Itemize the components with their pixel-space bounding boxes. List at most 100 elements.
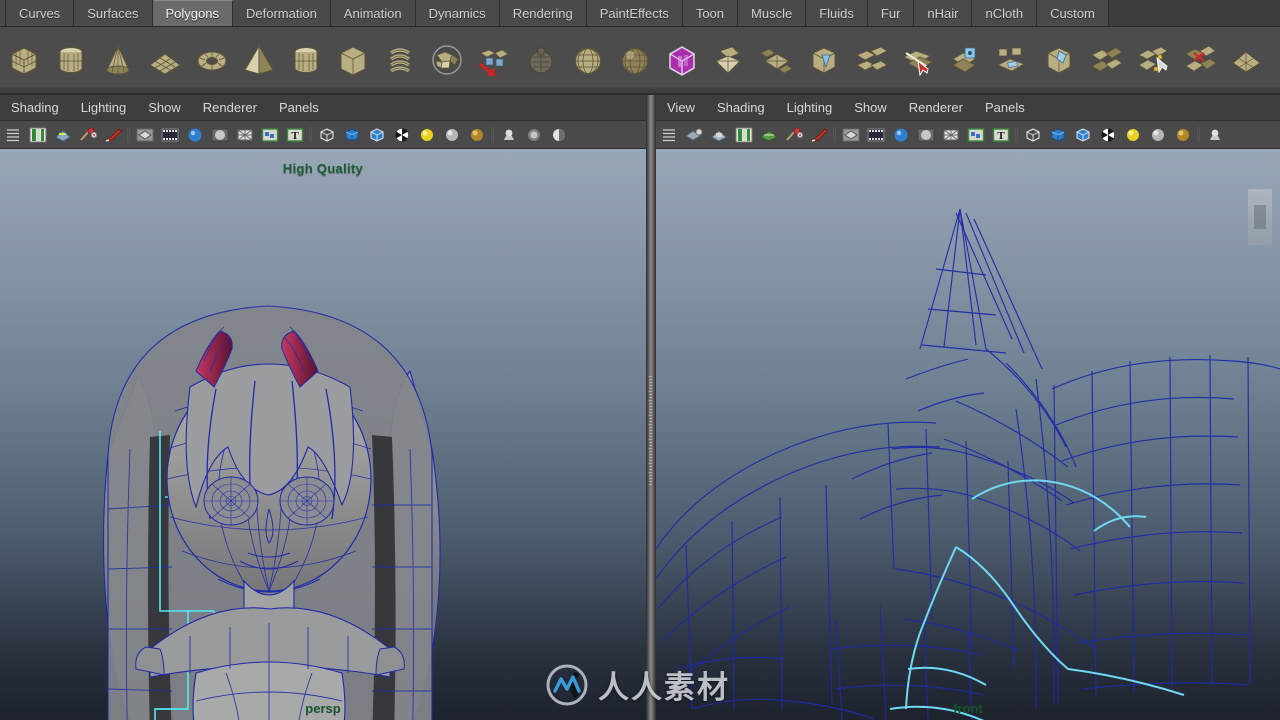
film-gate-icon[interactable] [157,123,182,147]
front-viewport[interactable]: front [656,149,1280,720]
panel-menu-view[interactable]: View [656,95,706,121]
poly-helix-icon[interactable] [376,34,423,86]
poly-platonic-icon[interactable] [470,34,517,86]
poly-combine-icon[interactable] [705,34,752,86]
grid-toggle-icon[interactable] [838,123,863,147]
panel-menu-lighting[interactable]: Lighting [776,95,844,121]
camera-attributes-icon[interactable] [50,123,75,147]
use-default-lighting-icon[interactable] [414,123,439,147]
textured-shading-icon[interactable] [1095,123,1120,147]
poly-wedge-icon[interactable] [1269,34,1280,86]
poly-smooth-icon[interactable] [846,34,893,86]
shelf-tab-fluids[interactable]: Fluids [806,0,868,26]
poly-bevel-icon[interactable] [1081,34,1128,86]
poly-booleans-icon[interactable] [799,34,846,86]
smooth-shade-all-icon[interactable] [339,123,364,147]
resolution-gate-icon[interactable] [888,123,913,147]
panel-menu-renderer[interactable]: Renderer [898,95,974,121]
smooth-shade-selected-icon[interactable] [1070,123,1095,147]
panel-splitter[interactable] [646,95,656,720]
smooth-shade-all-icon[interactable] [1045,123,1070,147]
panel-menu-shading[interactable]: Shading [0,95,70,121]
ao-icon[interactable] [546,123,571,147]
shelf-tab-ncloth[interactable]: nCloth [972,0,1038,26]
exposure-icon[interactable] [913,123,938,147]
image-plane-icon[interactable] [756,123,781,147]
textured-shading-icon[interactable] [389,123,414,147]
shelf-tab-polygons[interactable]: Polygons [152,0,233,26]
wireframe-shading-icon[interactable] [314,123,339,147]
keyframe-icon[interactable] [781,123,806,147]
poly-collapse-icon[interactable] [1222,34,1269,86]
panel-menu-icon[interactable] [656,123,681,147]
poly-sphere-smooth-icon[interactable] [611,34,658,86]
book-icon[interactable] [731,123,756,147]
shelf-tab-muscle[interactable]: Muscle [738,0,807,26]
poly-split-polygon-tool-icon[interactable] [893,34,940,86]
panel-menu-panels[interactable]: Panels [268,95,330,121]
keyframe-icon[interactable] [75,123,100,147]
wireframe-shading-icon[interactable] [1020,123,1045,147]
panel-menu-panels[interactable]: Panels [974,95,1036,121]
text-overlay-icon[interactable]: T [282,123,307,147]
poly-pyramid-icon[interactable] [235,34,282,86]
poly-offset-edge-loop-icon[interactable] [987,34,1034,86]
isolate-select-icon[interactable] [963,123,988,147]
use-scene-lights-icon[interactable] [464,123,489,147]
isolate-select-icon[interactable] [257,123,282,147]
poly-soccer-ball-icon[interactable] [423,34,470,86]
bookmark-icon[interactable] [806,123,831,147]
shelf-tab-fur[interactable]: Fur [867,0,915,26]
poly-separate-icon[interactable] [752,34,799,86]
book-icon[interactable] [25,123,50,147]
poly-plane-icon[interactable] [141,34,188,86]
camera-select-icon[interactable] [681,123,706,147]
image-plane-icon[interactable] [132,123,157,147]
shelf-tab-animation[interactable]: Animation [330,0,416,26]
shelf-tab-rendering[interactable]: Rendering [499,0,587,26]
poly-append-polygon-icon[interactable] [1128,34,1175,86]
poly-interactive-split-icon[interactable] [658,34,705,86]
shelf-tab-toon[interactable]: Toon [682,0,739,26]
shelf-tab-painteffects[interactable]: PaintEffects [586,0,683,26]
film-gate-icon[interactable] [863,123,888,147]
shelf-tab-deformation[interactable]: Deformation [232,0,331,26]
exposure-icon[interactable] [207,123,232,147]
persp-viewport[interactable]: High Quality persp [0,149,646,720]
xray-icon[interactable] [938,123,963,147]
panel-menu-show[interactable]: Show [843,95,898,121]
motion-blur-icon[interactable] [521,123,546,147]
poly-prism-icon[interactable] [329,34,376,86]
shelf-tab-curves[interactable]: Curves [6,0,75,26]
panel-menu-show[interactable]: Show [137,95,192,121]
shelf-tab-dynamics[interactable]: Dynamics [415,0,500,26]
poly-cylinder-icon[interactable] [47,34,94,86]
use-all-lights-icon[interactable] [439,123,464,147]
shelf-tab-surfaces[interactable]: Surfaces [74,0,153,26]
poly-sphere-grenade-icon[interactable] [517,34,564,86]
poly-cube-icon[interactable] [0,34,47,86]
poly-sphere-icon[interactable] [564,34,611,86]
bookmark-icon[interactable] [100,123,125,147]
poly-insert-edge-loop-icon[interactable] [940,34,987,86]
smooth-shade-selected-icon[interactable] [364,123,389,147]
panel-menu-lighting[interactable]: Lighting [70,95,138,121]
shadows-icon[interactable] [1202,123,1227,147]
use-all-lights-icon[interactable] [1145,123,1170,147]
poly-pipe-icon[interactable] [282,34,329,86]
camera-attributes-icon[interactable] [706,123,731,147]
panel-menu-renderer[interactable]: Renderer [192,95,268,121]
shadows-icon[interactable] [496,123,521,147]
resolution-gate-icon[interactable] [182,123,207,147]
shelf-tab-nhair[interactable]: nHair [914,0,973,26]
use-scene-lights-icon[interactable] [1170,123,1195,147]
poly-cone-icon[interactable] [94,34,141,86]
poly-torus-icon[interactable] [188,34,235,86]
poly-extrude-icon[interactable] [1034,34,1081,86]
poly-merge-vertex-icon[interactable] [1175,34,1222,86]
text-overlay-icon[interactable]: T [988,123,1013,147]
use-default-lighting-icon[interactable] [1120,123,1145,147]
shelf-tab-custom[interactable]: Custom [1037,0,1109,26]
panel-menu-shading[interactable]: Shading [706,95,776,121]
xray-icon[interactable] [232,123,257,147]
